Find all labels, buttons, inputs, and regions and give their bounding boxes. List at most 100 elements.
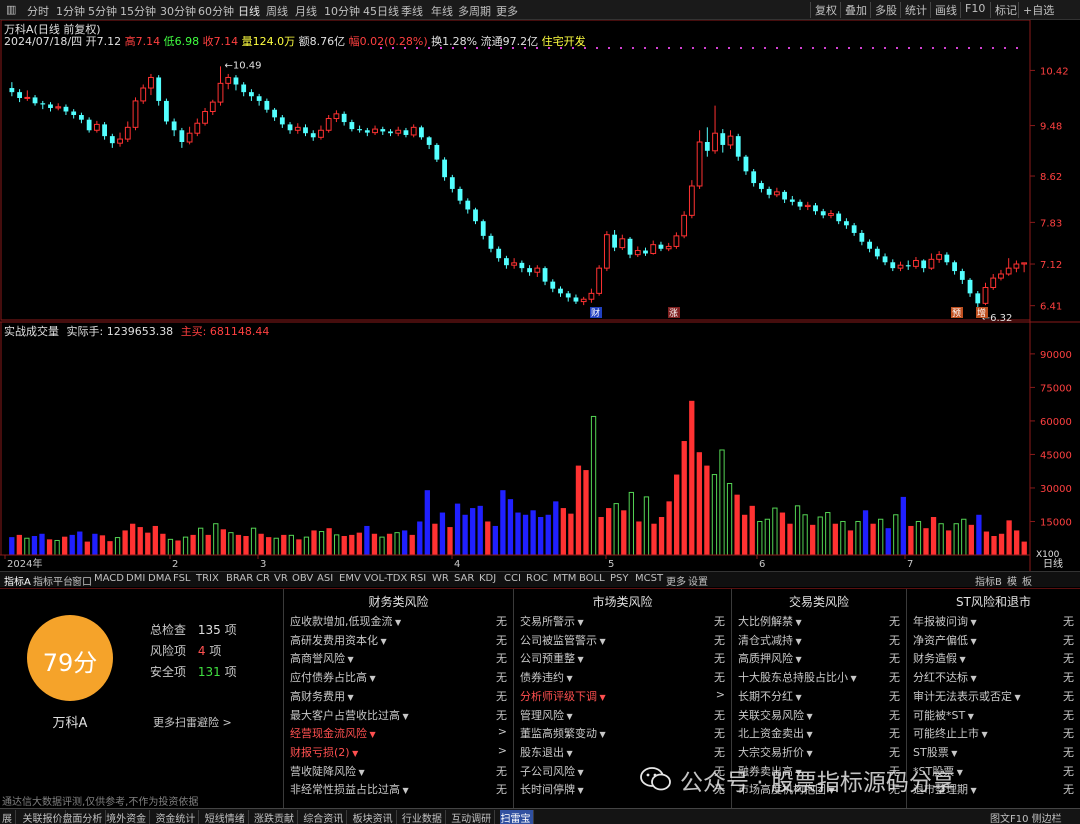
grid-icon[interactable]: ▥ [6, 3, 16, 16]
risk-item[interactable]: 高研发费用资本化 ▼ 无 [290, 630, 507, 648]
period-10[interactable]: 45日线 [363, 3, 399, 19]
dropdown-arrow-icon[interactable]: ▼ [804, 749, 813, 758]
dropdown-arrow-icon[interactable]: ▼ [345, 655, 354, 664]
risk-item[interactable]: ST股票 ▼ 无 [913, 742, 1074, 760]
dropdown-arrow-icon[interactable]: ▼ [350, 749, 358, 758]
dropdown-arrow-icon[interactable]: ▼ [968, 786, 977, 795]
indicator-right-tab-1[interactable]: 模 [1007, 573, 1017, 588]
dropdown-arrow-icon[interactable]: ▼ [393, 618, 401, 627]
risk-item[interactable]: 财务造假 ▼ 无 [913, 648, 1074, 666]
dropdown-arrow-icon[interactable]: ▼ [575, 786, 584, 795]
bottom-tab-8[interactable]: 板块资讯 [353, 810, 397, 824]
period-11[interactable]: 季线 [401, 3, 423, 19]
risk-item[interactable]: 高质押风险 ▼ 无 [738, 648, 900, 666]
risk-item[interactable]: 营收陡降风险 ▼ 无 [290, 761, 507, 779]
period-3[interactable]: 15分钟 [120, 3, 156, 19]
indicator-tab-6[interactable]: FSL [173, 573, 191, 584]
toolbar-btn-3[interactable]: 统计 [900, 2, 927, 18]
risk-item[interactable]: 股东退出 ▼ 无 [520, 742, 725, 760]
risk-item[interactable]: 大比例解禁 ▼ 无 [738, 611, 900, 629]
period-6[interactable]: 日线 [238, 3, 260, 19]
risk-item[interactable]: 分红不达标 ▼ 无 [913, 667, 1074, 685]
bottom-tab-11[interactable]: 扫雷宝 [500, 810, 535, 824]
risk-item[interactable]: 公司被监管警示 ▼ 无 [520, 630, 725, 648]
dropdown-arrow-icon[interactable]: ▼ [804, 730, 813, 739]
indicator-tab-19[interactable]: CCI [504, 573, 521, 584]
indicator-tab-11[interactable]: OBV [292, 573, 313, 584]
dropdown-arrow-icon[interactable]: ▼ [575, 655, 584, 664]
indicator-tab-10[interactable]: VR [274, 573, 288, 584]
dropdown-arrow-icon[interactable]: ▼ [400, 712, 409, 721]
indicator-tab-3[interactable]: MACD [94, 573, 124, 584]
period-5[interactable]: 60分钟 [198, 3, 234, 19]
risk-item[interactable]: 分析师评级下调 ▼ > [520, 686, 725, 704]
risk-item[interactable]: 交易所警示 ▼ 无 [520, 611, 725, 629]
indicator-right-tab-2[interactable]: 板 [1022, 573, 1032, 588]
dropdown-arrow-icon[interactable]: ▼ [968, 618, 977, 627]
dropdown-arrow-icon[interactable]: ▼ [793, 618, 802, 627]
bottom-tab-0[interactable]: 展 [2, 810, 16, 824]
dropdown-arrow-icon[interactable]: ▼ [1012, 693, 1021, 702]
indicator-tab-0[interactable]: 指标A [4, 573, 31, 588]
indicator-tab-26[interactable]: 设置 [688, 573, 708, 588]
period-7[interactable]: 周线 [266, 3, 288, 19]
dropdown-arrow-icon[interactable]: ▼ [968, 674, 977, 683]
indicator-tab-5[interactable]: DMA [148, 573, 171, 584]
dropdown-arrow-icon[interactable]: ▼ [793, 693, 802, 702]
dropdown-arrow-icon[interactable]: ▼ [957, 655, 966, 664]
bottom-tab-7[interactable]: 综合资讯 [303, 810, 348, 824]
dropdown-arrow-icon[interactable]: ▼ [564, 749, 573, 758]
indicator-tab-1[interactable]: 指标平台 [33, 573, 73, 588]
risk-item[interactable]: 最大客户占营收比过高 ▼ 无 [290, 705, 507, 723]
dropdown-arrow-icon[interactable]: ▼ [597, 637, 606, 646]
dropdown-arrow-icon[interactable]: ▼ [575, 768, 584, 777]
risk-item[interactable]: 清仓式减持 ▼ 无 [738, 630, 900, 648]
dropdown-arrow-icon[interactable]: ▼ [356, 768, 365, 777]
indicator-right-tab-0[interactable]: 指标B [975, 573, 1002, 588]
risk-item[interactable]: 关联交易风险 ▼ 无 [738, 705, 900, 723]
dropdown-arrow-icon[interactable]: ▼ [564, 712, 573, 721]
bottom-tab-3[interactable]: 境外资金 [106, 810, 151, 824]
dropdown-arrow-icon[interactable]: ▼ [367, 730, 376, 739]
dropdown-arrow-icon[interactable]: ▼ [400, 786, 409, 795]
risk-item[interactable]: 可能终止上市 ▼ 无 [913, 723, 1074, 741]
risk-item[interactable]: 高商誉风险 ▼ 无 [290, 648, 507, 666]
period-14[interactable]: 更多 [496, 3, 518, 19]
indicator-tab-25[interactable]: 更多 [666, 573, 686, 588]
bottom-tab-4[interactable]: 资金统计 [155, 810, 200, 824]
dropdown-arrow-icon[interactable]: ▼ [575, 618, 584, 627]
dropdown-arrow-icon[interactable]: ▼ [804, 712, 813, 721]
indicator-tab-7[interactable]: TRIX [196, 573, 219, 584]
risk-item[interactable]: 大宗交易折价 ▼ 无 [738, 742, 900, 760]
indicator-tab-4[interactable]: DMI [126, 573, 145, 584]
toolbar-btn-4[interactable]: 画线 [930, 2, 957, 18]
toolbar-btn-0[interactable]: 复权 [810, 2, 837, 18]
risk-item[interactable]: 长期不分红 ▼ 无 [738, 686, 900, 704]
dropdown-arrow-icon[interactable]: ▼ [848, 674, 857, 683]
risk-item[interactable]: 年报被问询 ▼ 无 [913, 611, 1074, 629]
indicator-tab-20[interactable]: ROC [526, 573, 548, 584]
kline-chart-area[interactable]: 10.42 9.48 8.62 7.83 7.12 6.41 ←10.49 ←6.32 财涨预增… [0, 20, 1080, 586]
period-13[interactable]: 多周期 [458, 3, 491, 19]
indicator-tab-2[interactable]: 窗口 [72, 573, 92, 588]
toolbar-btn-2[interactable]: 多股 [870, 2, 897, 18]
indicator-tab-15[interactable]: RSI [410, 573, 426, 584]
indicator-tab-16[interactable]: WR [432, 573, 449, 584]
bottom-tab-1[interactable]: 关联报价 [22, 810, 67, 824]
indicator-tab-14[interactable]: VOL-TDX [364, 573, 407, 584]
risk-item[interactable]: 债券违约 ▼ 无 [520, 667, 725, 685]
risk-item[interactable]: 应付债券占比高 ▼ 无 [290, 667, 507, 685]
bottom-tab-9[interactable]: 行业数据 [402, 810, 446, 824]
indicator-tab-13[interactable]: EMV [339, 573, 361, 584]
risk-item[interactable]: 财报亏损(2) ▼ > [290, 742, 507, 760]
period-2[interactable]: 5分钟 [88, 3, 117, 19]
dropdown-arrow-icon[interactable]: ▼ [345, 693, 354, 702]
bottom-tab-5[interactable]: 短线情绪 [205, 810, 249, 824]
toolbar-btn-7[interactable]: +自选 [1018, 2, 1054, 18]
risk-item[interactable]: 十大股东总持股占比小 ▼ 无 [738, 667, 900, 685]
indicator-tab-23[interactable]: PSY [610, 573, 629, 584]
period-9[interactable]: 10分钟 [324, 3, 360, 19]
indicator-tab-12[interactable]: ASI [317, 573, 333, 584]
dropdown-arrow-icon[interactable]: ▼ [597, 693, 606, 702]
bottom-tab-2[interactable]: 盘面分析 [62, 810, 107, 824]
